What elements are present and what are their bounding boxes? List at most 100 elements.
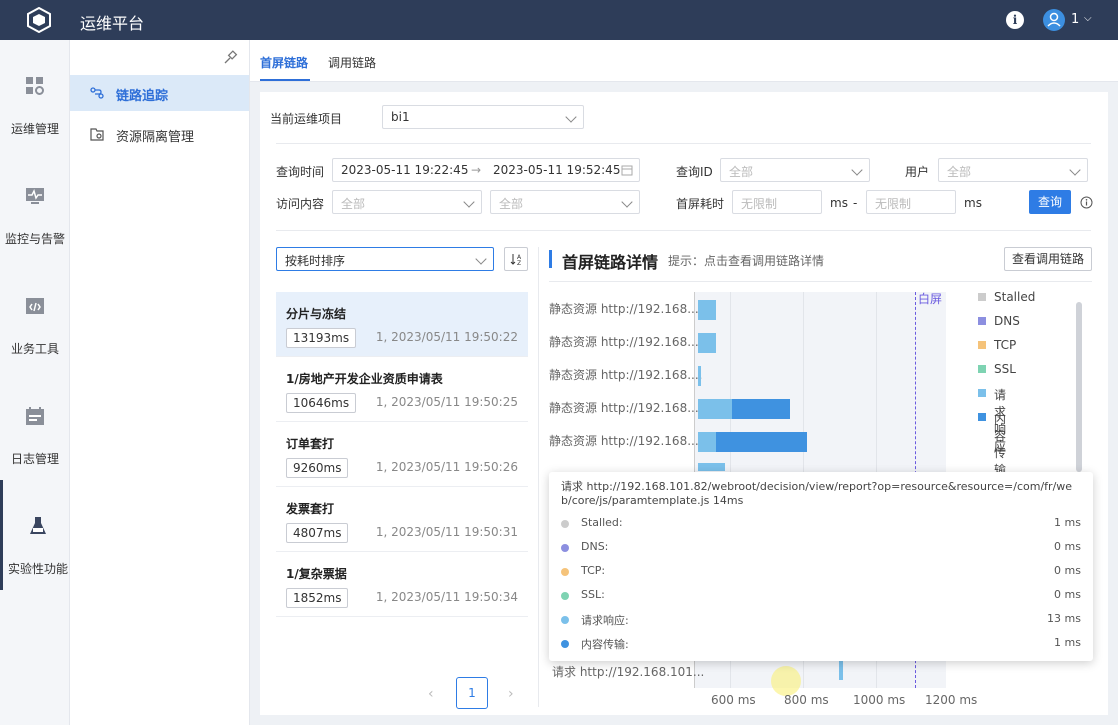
nav-monitor[interactable]: 监控与告警 bbox=[0, 150, 70, 260]
sort-direction-button[interactable]: AZ bbox=[504, 247, 528, 271]
unit-label: ms bbox=[830, 196, 848, 210]
list-item[interactable]: 发票套打 4807ms 1, 2023/05/11 19:50:31 bbox=[276, 487, 528, 552]
tab-indicator bbox=[260, 79, 310, 81]
legend-label: TCP bbox=[994, 338, 1017, 352]
list-item[interactable]: 1/复杂票据 1852ms 1, 2023/05/11 19:50:34 bbox=[276, 552, 528, 617]
code-icon bbox=[26, 298, 44, 314]
nav-experimental[interactable]: 实验性功能 bbox=[0, 480, 70, 590]
user-placeholder: 全部 bbox=[947, 165, 972, 179]
sub-item-label: 资源隔离管理 bbox=[116, 130, 195, 145]
nav-ops[interactable]: 运维管理 bbox=[0, 40, 70, 150]
x-tick-label: 800 ms bbox=[784, 693, 829, 707]
calendar-icon bbox=[26, 407, 44, 425]
nav-label: 业务工具 bbox=[10, 342, 59, 356]
item-duration: 10646ms bbox=[286, 393, 357, 413]
legend-label: Stalled bbox=[994, 290, 1036, 304]
info-icon[interactable] bbox=[1080, 196, 1093, 209]
item-name: 订单套打 bbox=[286, 437, 335, 451]
chart-row-label[interactable]: 静态资源 http://192.168.... bbox=[549, 300, 702, 317]
white-screen-label: 白屏 bbox=[918, 292, 943, 306]
pager-current[interactable]: 1 bbox=[456, 677, 488, 709]
list-item[interactable]: 订单套打 9260ms 1, 2023/05/11 19:50:26 bbox=[276, 422, 528, 487]
tab-call-chain[interactable]: 调用链路 bbox=[328, 54, 376, 71]
unit-label: ms bbox=[964, 196, 982, 210]
project-value: bi1 bbox=[391, 110, 410, 124]
min-time-input[interactable]: 无限制 bbox=[732, 190, 822, 214]
item-name: 1/房地产开发企业资质申请表 bbox=[286, 372, 443, 386]
chart-bar[interactable] bbox=[732, 399, 790, 419]
legend-swatch bbox=[978, 389, 986, 397]
pager-prev[interactable]: ‹ bbox=[428, 686, 434, 702]
project-select[interactable]: bi1 bbox=[382, 105, 584, 129]
scrollbar[interactable] bbox=[1076, 302, 1082, 472]
chart-bar[interactable] bbox=[698, 432, 716, 452]
tooltip-dot bbox=[561, 520, 569, 528]
legend-swatch bbox=[978, 413, 986, 421]
tooltip-value: 0 ms bbox=[1054, 588, 1081, 601]
chevron-down-icon[interactable]: ⌵ bbox=[1084, 13, 1092, 24]
chevron-down-icon bbox=[463, 196, 475, 208]
max-time-input[interactable]: 无限制 bbox=[866, 190, 956, 214]
app-title: 运维平台 bbox=[80, 14, 145, 33]
sort-label: 按耗时排序 bbox=[285, 254, 346, 268]
item-meta: 1, 2023/05/11 19:50:31 bbox=[375, 525, 518, 539]
sub-item-isolation[interactable]: 资源隔离管理 bbox=[70, 116, 249, 152]
divider bbox=[276, 143, 1091, 144]
chart-bar[interactable] bbox=[698, 399, 732, 419]
pin-icon[interactable] bbox=[224, 50, 238, 68]
chevron-down-icon bbox=[475, 253, 487, 265]
dash: - bbox=[853, 196, 858, 210]
tooltip-dot bbox=[561, 616, 569, 624]
tooltip-row: 内容传输: 1 ms bbox=[561, 636, 1081, 652]
user-icon bbox=[1047, 12, 1061, 27]
chart-row-label[interactable]: 静态资源 http://192.168.... bbox=[549, 333, 702, 350]
content-select-1[interactable]: 全部 bbox=[332, 190, 482, 214]
nav-logs[interactable]: 日志管理 bbox=[0, 370, 70, 480]
user-select[interactable]: 全部 bbox=[938, 158, 1088, 182]
chart-row-label[interactable]: 静态资源 http://192.168.... bbox=[549, 432, 702, 449]
sort-select[interactable]: 按耗时排序 bbox=[276, 247, 494, 271]
user-name[interactable]: 1 bbox=[1071, 12, 1079, 27]
pager-next[interactable]: › bbox=[508, 686, 514, 702]
item-duration: 13193ms bbox=[286, 328, 357, 348]
chart-bar[interactable] bbox=[698, 333, 716, 353]
tooltip-key: 内容传输: bbox=[581, 638, 629, 651]
chart-row-label[interactable]: 静态资源 http://192.168.... bbox=[549, 399, 702, 416]
legend-swatch bbox=[978, 341, 986, 349]
sort-icon: AZ bbox=[510, 254, 522, 267]
view-call-chain-button[interactable]: 查看调用链路 bbox=[1004, 247, 1092, 271]
nav-label: 运维管理 bbox=[10, 122, 59, 136]
item-name: 发票套打 bbox=[286, 502, 335, 516]
avatar[interactable] bbox=[1043, 9, 1065, 31]
query-button[interactable]: 查询 bbox=[1029, 190, 1071, 214]
chart-bar[interactable] bbox=[698, 300, 716, 320]
chart-bar[interactable] bbox=[716, 432, 807, 452]
info-icon[interactable]: i bbox=[1006, 11, 1024, 29]
queryid-select[interactable]: 全部 bbox=[720, 158, 870, 182]
chart-bar[interactable] bbox=[839, 660, 843, 680]
list-item[interactable]: 分片与冻结 13193ms 1, 2023/05/11 19:50:22 bbox=[276, 292, 528, 357]
max-placeholder: 无限制 bbox=[875, 197, 912, 211]
nav-tools[interactable]: 业务工具 bbox=[0, 260, 70, 370]
legend-label: DNS bbox=[994, 314, 1020, 328]
divider bbox=[549, 281, 1092, 282]
sub-item-trace[interactable]: 链路追踪 bbox=[70, 75, 249, 111]
tooltip: 请求 http://192.168.101.82/webroot/decisio… bbox=[549, 472, 1093, 661]
item-name: 分片与冻结 bbox=[286, 307, 347, 321]
tab-first-screen[interactable]: 首屏链路 bbox=[260, 54, 308, 71]
min-placeholder: 无限制 bbox=[741, 197, 778, 211]
tooltip-value: 0 ms bbox=[1054, 564, 1081, 577]
divider bbox=[276, 230, 1091, 231]
flask-icon bbox=[30, 517, 46, 534]
chart-bar[interactable] bbox=[698, 366, 701, 386]
chart-row-label[interactable]: 静态资源 http://192.168.... bbox=[549, 366, 702, 383]
item-duration: 1852ms bbox=[286, 588, 349, 608]
content-select-2[interactable]: 全部 bbox=[490, 190, 640, 214]
chart-bar[interactable] bbox=[698, 463, 725, 471]
tooltip-dot bbox=[561, 568, 569, 576]
user-label: 用户 bbox=[905, 165, 930, 179]
chart-row-label[interactable]: 请求 http://192.168.101... bbox=[552, 663, 704, 680]
time-range-picker[interactable]: 2023-05-11 19:22:45 → 2023-05-11 19:52:4… bbox=[332, 158, 640, 182]
list-item[interactable]: 1/房地产开发企业资质申请表 10646ms 1, 2023/05/11 19:50… bbox=[276, 357, 528, 422]
link-icon bbox=[90, 87, 104, 99]
